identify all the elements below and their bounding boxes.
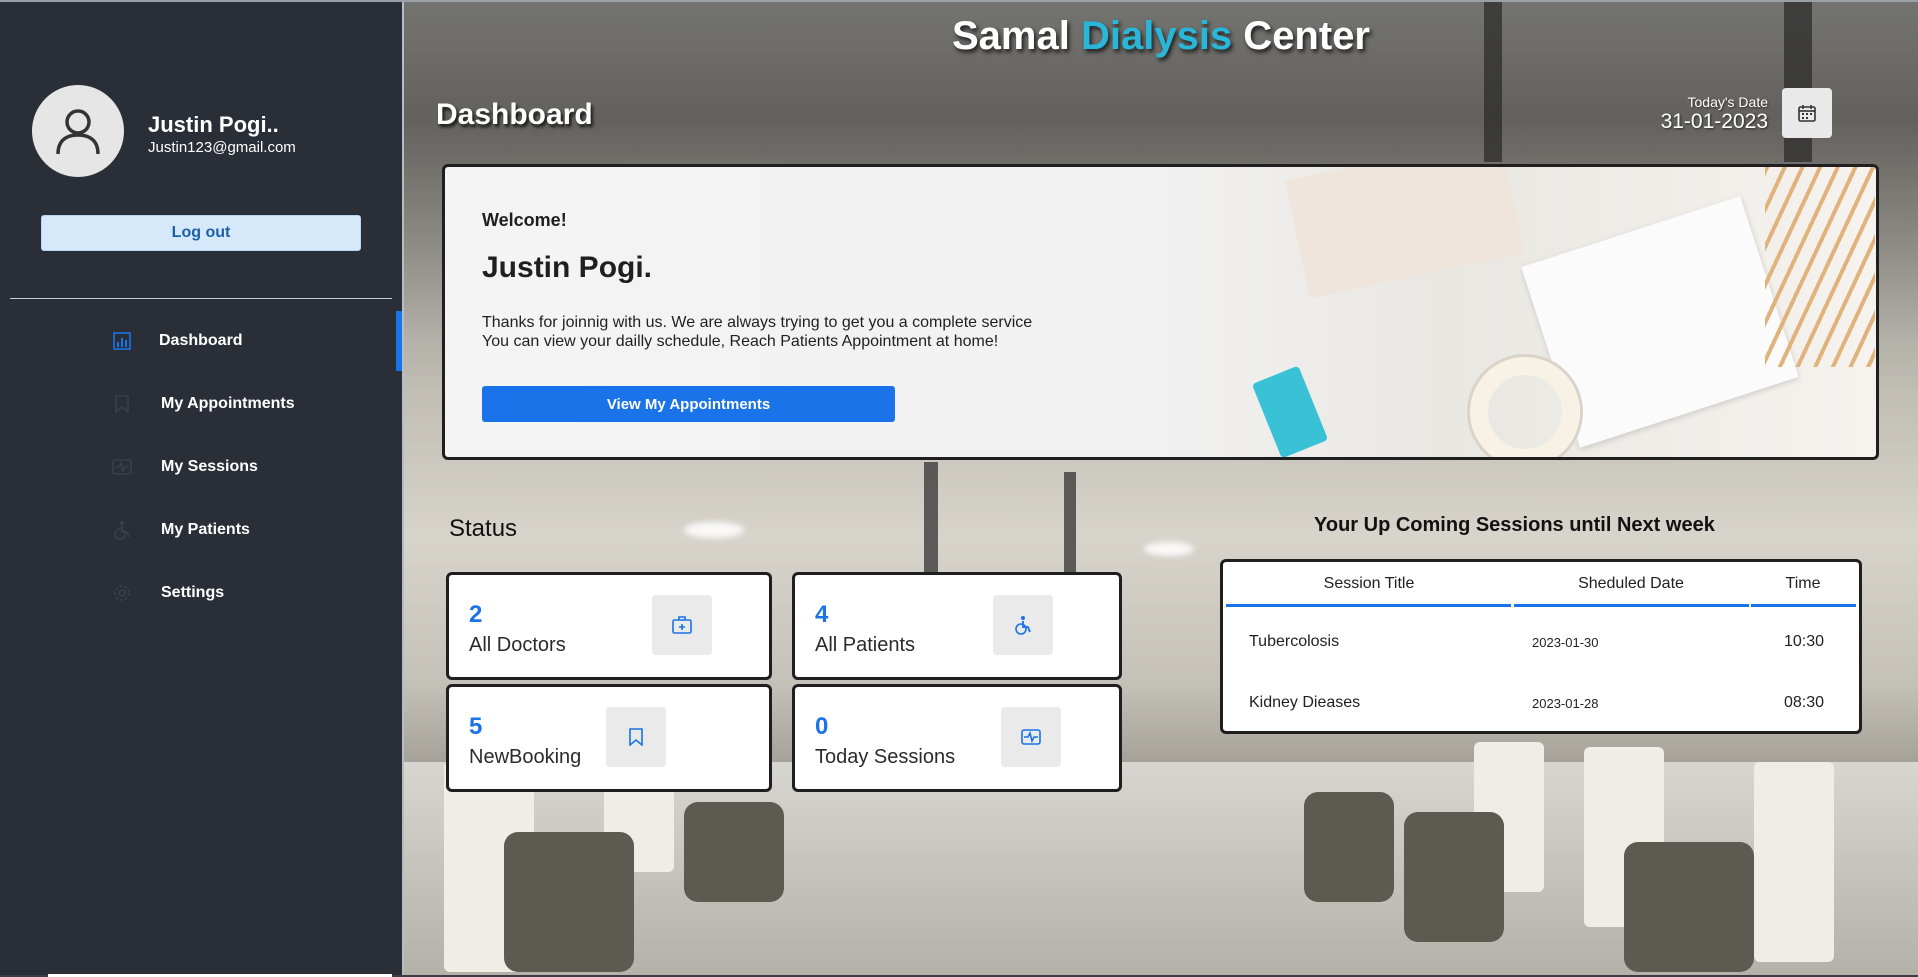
user-icon bbox=[56, 109, 100, 155]
stat-card-today-sessions[interactable]: 0 Today Sessions bbox=[792, 684, 1122, 792]
ceiling-light bbox=[1144, 542, 1194, 556]
welcome-decoration bbox=[1765, 167, 1875, 367]
sidebar-item-label: Settings bbox=[161, 584, 225, 601]
page-title: Dashboard bbox=[436, 98, 593, 131]
sidebar-item-appointments[interactable]: My Appointments bbox=[0, 374, 402, 434]
stat-number: 4 bbox=[815, 601, 829, 628]
header-underline bbox=[1226, 604, 1511, 607]
stat-number: 0 bbox=[815, 713, 829, 740]
sidebar-item-label: My Patients bbox=[161, 521, 250, 538]
welcome-greeting: Welcome! bbox=[482, 210, 567, 230]
session-title-cell: Tubercolosis bbox=[1249, 633, 1340, 650]
bookmark-icon bbox=[112, 394, 132, 414]
calendar-icon bbox=[1798, 105, 1816, 122]
session-date-cell: 2023-01-30 bbox=[1532, 635, 1599, 650]
dialysis-chair bbox=[684, 802, 784, 902]
session-date-cell: 2023-01-28 bbox=[1532, 696, 1599, 711]
dialysis-chair bbox=[1404, 812, 1504, 942]
session-title-cell: Kidney Dieases bbox=[1249, 694, 1361, 711]
session-icon bbox=[112, 457, 132, 477]
upcoming-sessions-table: Session Title Sheduled Date Time Tuberco… bbox=[1220, 559, 1862, 734]
sidebar-item-sessions[interactable]: My Sessions bbox=[0, 437, 402, 497]
dialysis-chair bbox=[1624, 842, 1754, 972]
chart-icon bbox=[112, 331, 132, 351]
wheelchair-icon bbox=[993, 595, 1053, 655]
app-title-accent: Dialysis bbox=[1080, 14, 1233, 58]
sidebar-item-dashboard[interactable]: Dashboard bbox=[0, 311, 402, 371]
column-header: Session Title bbox=[1323, 575, 1415, 592]
session-icon bbox=[1001, 707, 1061, 767]
dialysis-machine bbox=[1754, 762, 1834, 962]
session-time-cell: 08:30 bbox=[1784, 694, 1825, 711]
column-header: Sheduled Date bbox=[1578, 575, 1684, 592]
gear-icon bbox=[112, 583, 132, 603]
medical-kit-icon bbox=[652, 595, 712, 655]
welcome-text: Thanks for joinnig with us. We are alway… bbox=[482, 313, 1032, 351]
sidebar: Justin Pogi.. Justin123@gmail.com Log ou… bbox=[0, 2, 402, 975]
welcome-name: Justin Pogi. bbox=[482, 251, 653, 284]
date-value: 31-01-2023 bbox=[1660, 110, 1768, 133]
welcome-text-line: You can view your dailly schedule, Reach… bbox=[482, 333, 999, 350]
upcoming-title: Your Up Coming Sessions until Next week bbox=[1314, 514, 1715, 536]
date-label: Today's Date bbox=[1687, 94, 1769, 110]
stat-card-patients[interactable]: 4 All Patients bbox=[792, 572, 1122, 680]
session-time-cell: 10:30 bbox=[1784, 633, 1825, 650]
stat-label: NewBooking bbox=[469, 746, 582, 768]
stat-label: Today Sessions bbox=[815, 746, 956, 768]
stat-number: 2 bbox=[469, 601, 483, 628]
status-title: Status bbox=[449, 515, 518, 542]
stat-card-doctors[interactable]: 2 All Doctors bbox=[446, 572, 772, 680]
logout-button[interactable]: Log out bbox=[41, 215, 361, 251]
header-underline bbox=[1751, 604, 1856, 607]
ceiling-light bbox=[684, 522, 744, 538]
header-underline bbox=[1514, 604, 1749, 607]
sidebar-divider bbox=[10, 298, 392, 299]
user-name: Justin Pogi.. bbox=[148, 112, 279, 137]
user-email: Justin123@gmail.com bbox=[148, 139, 296, 156]
sidebar-item-label: My Appointments bbox=[161, 395, 295, 412]
column-header: Time bbox=[1785, 575, 1821, 592]
stat-label: All Doctors bbox=[469, 634, 566, 656]
app-title: Samal Dialysis Center bbox=[404, 14, 1918, 59]
welcome-card: Welcome! Justin Pogi. Thanks for joinnig… bbox=[442, 164, 1879, 460]
view-appointments-button[interactable]: View My Appointments bbox=[482, 386, 895, 422]
avatar bbox=[32, 85, 124, 177]
bookmark-icon bbox=[606, 707, 666, 767]
sidebar-item-patients[interactable]: My Patients bbox=[0, 500, 402, 560]
welcome-text-line: Thanks for joinnig with us. We are alway… bbox=[482, 314, 1033, 331]
wheelchair-icon bbox=[112, 520, 132, 540]
main-content: Samal Dialysis Center Dashboard Today's … bbox=[404, 2, 1918, 975]
welcome-decoration bbox=[1284, 167, 1526, 299]
stat-label: All Patients bbox=[815, 634, 916, 656]
calendar-button[interactable] bbox=[1782, 88, 1832, 138]
welcome-decoration bbox=[1470, 357, 1580, 457]
app-title-part: Samal bbox=[952, 14, 1081, 58]
sidebar-item-settings[interactable]: Settings bbox=[0, 563, 402, 623]
sidebar-item-label: Dashboard bbox=[159, 332, 243, 349]
dialysis-chair bbox=[504, 832, 634, 972]
welcome-decoration bbox=[1251, 365, 1329, 457]
sidebar-item-label: My Sessions bbox=[161, 458, 258, 475]
app-title-part: Center bbox=[1232, 14, 1370, 58]
dialysis-chair bbox=[1304, 792, 1394, 902]
stat-number: 5 bbox=[469, 713, 483, 740]
stat-card-new-booking[interactable]: 5 NewBooking bbox=[446, 684, 772, 792]
